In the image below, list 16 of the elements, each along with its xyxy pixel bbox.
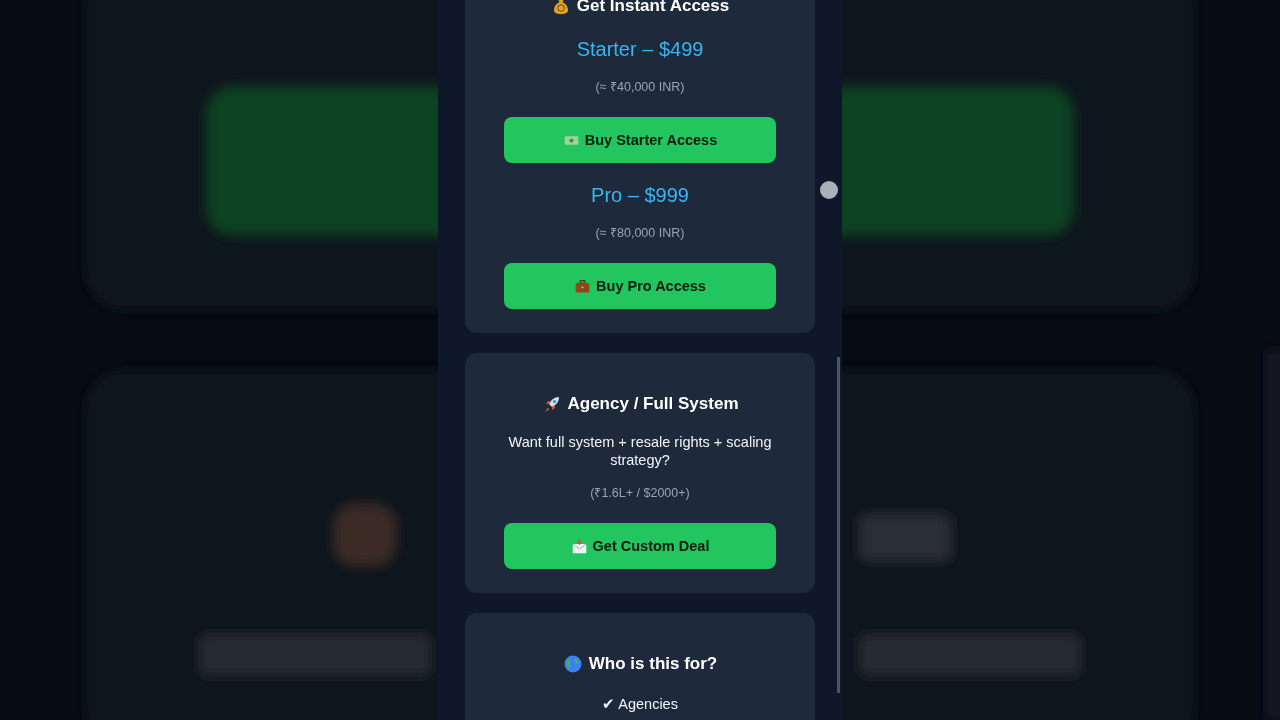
inr-price: (≈ ₹80,000 INR) [595,225,685,241]
card-title: Who is this for? [588,653,718,675]
card-title: Get Instant Access [576,0,730,17]
card-title: Agency / Full System [567,393,739,415]
inr-price: (≈ ₹40,000 INR) [595,79,685,95]
globe-icon [562,654,583,674]
custom-deal-button[interactable]: Get Custom Deal [504,523,776,569]
offer-description: Want full system + resale rights + scaling strategy? [507,433,773,469]
envelope-icon [570,537,588,555]
plan-price: Starter – $499 [576,37,704,61]
plan-price: Pro – $999 [591,183,689,207]
briefcase-icon [574,277,592,295]
buy-button[interactable]: Buy Starter Access [504,117,776,163]
price-range: (₹1.6L+ / $2000+) [590,485,690,501]
buy-button[interactable]: Buy Pro Access [504,263,776,309]
list-item: ✔ Agencies [602,695,678,713]
